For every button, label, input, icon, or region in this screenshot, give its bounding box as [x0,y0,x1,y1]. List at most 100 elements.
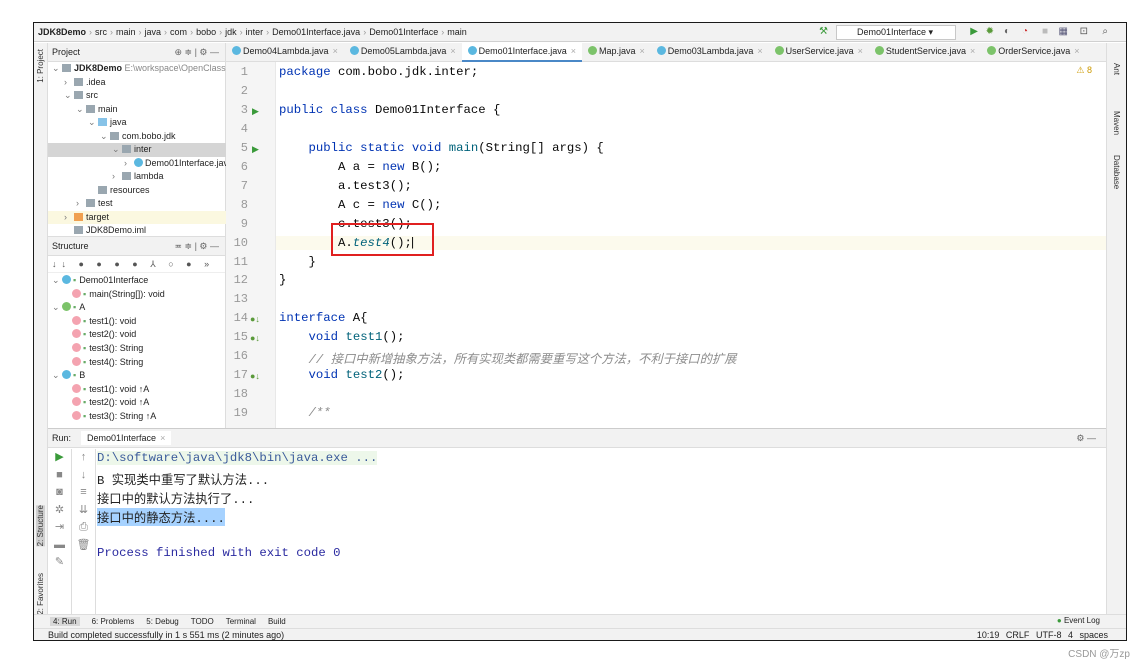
run-settings-icon[interactable]: ⚙ — [1076,433,1106,444]
run-toolbar-2[interactable]: ↑ ↓ ≡ ⇊ ⎙ 🗑 [72,449,96,615]
close-icon[interactable]: × [858,46,863,56]
maven-tool-button[interactable]: Maven [1112,111,1121,135]
expand-arrow-icon[interactable]: ⌄ [76,103,86,117]
favorites-tool-button[interactable]: 2: Favorites [36,573,45,615]
run-gutter-icon[interactable]: ▶ [252,144,259,155]
implemented-gutter-icon[interactable]: ●↓ [250,333,260,343]
tree-item[interactable]: ⌄ java [48,116,226,130]
project-tool-button[interactable]: 1: Project [36,49,45,83]
database-tool-button[interactable]: Database [1112,155,1121,189]
implemented-gutter-icon[interactable]: ●↓ [250,314,260,324]
breadcrumb-item[interactable]: main [116,27,136,37]
tree-item[interactable]: resources [48,184,226,198]
expand-arrow-icon[interactable]: › [124,157,134,171]
panel-actions-icon[interactable]: ≖ ≑ | ⚙ — [175,241,226,252]
search-icon[interactable]: ⌕ [1102,26,1108,37]
warning-count[interactable]: ⚠ 8 [1076,65,1092,76]
structure-item[interactable]: ▪ test2(): void [48,328,226,342]
structure-item[interactable]: ▪ test3(): String [48,342,226,356]
breadcrumb-item[interactable]: com [170,27,187,37]
expand-arrow-icon[interactable]: › [112,170,122,184]
breadcrumb-item[interactable]: Demo01Interface.java [272,27,360,37]
layout-icon[interactable]: ⊡ [1080,26,1088,37]
structure-item[interactable]: ▪ test1(): void ↑A [48,383,226,397]
tab-orderservice[interactable]: OrderService.java × [981,43,1085,62]
project-view-selector[interactable]: Project [52,47,80,57]
tree-item[interactable]: ⌄ inter [48,143,226,157]
tree-item[interactable]: › .idea [48,76,226,90]
build-hammer-icon[interactable]: ⚒ [819,26,828,37]
tree-item[interactable]: › Demo01Interface.java [48,157,226,171]
run-config-selector[interactable]: Demo01Interface ▾ [836,25,956,40]
breadcrumb-item[interactable]: main [447,27,467,37]
panel-actions-icon[interactable]: ⊕ ≑ | ⚙ — [175,47,226,58]
expand-arrow-icon[interactable]: ⌄ [64,89,74,103]
tree-item[interactable]: › lambda [48,170,226,184]
tab-demo03lambda[interactable]: Demo03Lambda.java × [651,43,769,62]
tab-studentservice[interactable]: StudentService.java × [869,43,981,62]
expand-arrow-icon[interactable]: ⌄ [112,143,122,157]
close-icon[interactable]: × [640,46,645,56]
tool-problems[interactable]: 6: Problems [92,617,135,626]
debug-icon[interactable]: ✹ [986,26,994,37]
expand-arrow-icon[interactable]: › [76,197,86,211]
tree-item[interactable]: ⌄ src [48,89,226,103]
tree-item[interactable]: ⌄ main [48,103,226,117]
tree-item[interactable]: › target [48,210,226,225]
tab-userservice[interactable]: UserService.java × [769,43,869,62]
profile-icon[interactable]: ◔ [1022,26,1028,37]
tree-item[interactable]: ⌄ JDK8Demo E:\workspace\OpenClass [48,62,226,76]
close-icon[interactable]: × [1074,46,1079,56]
tab-demo04lambda[interactable]: Demo04Lambda.java × [226,43,344,62]
structure-item[interactable]: ▪ test4(): String [48,356,226,370]
breadcrumb-item[interactable]: inter [246,27,264,37]
tree-item[interactable]: › test [48,197,226,211]
expand-arrow-icon[interactable]: ⌄ [100,130,110,144]
tool-debug[interactable]: 5: Debug [146,617,178,626]
breadcrumb-item[interactable]: bobo [196,27,216,37]
structure-item[interactable]: ▪ main(String[]): void [48,288,226,302]
project-structure-icon[interactable]: ▦ [1059,26,1068,37]
breadcrumb-item[interactable]: java [145,27,162,37]
structure-tool-button[interactable]: 2: Structure [36,505,45,547]
tab-demo05lambda[interactable]: Demo05Lambda.java × [344,43,462,62]
breadcrumb-item[interactable]: Demo01Interface [369,27,438,37]
run-gutter-icon[interactable]: ▶ [252,106,259,117]
tool-terminal[interactable]: Terminal [226,617,256,626]
run-tab[interactable]: Demo01Interface × [81,431,172,445]
expand-arrow-icon[interactable]: › [64,211,74,225]
implemented-gutter-icon[interactable]: ●↓ [250,371,260,381]
structure-item[interactable]: ▪ test1(): void [48,315,226,329]
expand-arrow-icon[interactable]: › [64,76,74,90]
expand-arrow-icon[interactable]: ⌄ [88,116,98,130]
event-log-button[interactable]: ● Event Log [1057,616,1100,625]
tab-map[interactable]: Map.java × [582,43,651,62]
structure-toolbar[interactable]: ↓↓ ● ● ● ● ⅄ ○ ● » [48,256,225,273]
stop-icon[interactable]: ■ [1042,26,1048,37]
structure-item[interactable]: ⌄ ▪ B [48,369,226,383]
breadcrumb-separator: › [190,27,194,37]
run-icon[interactable]: ▶ [970,26,978,37]
close-icon[interactable]: × [450,46,455,56]
close-icon[interactable]: × [970,46,975,56]
close-icon[interactable]: × [757,46,762,56]
ant-tool-button[interactable]: Ant [1112,63,1121,75]
tree-item[interactable]: ⌄ com.bobo.jdk [48,130,226,144]
close-icon[interactable]: × [333,46,338,56]
breadcrumb-item[interactable]: src [95,27,107,37]
expand-arrow-icon[interactable]: ⌄ [52,62,62,76]
structure-item[interactable]: ▪ test2(): void ↑A [48,396,226,410]
tool-run[interactable]: 4: Run [50,617,80,626]
close-icon[interactable]: × [571,46,576,56]
structure-item[interactable]: ▪ test3(): String ↑A [48,410,226,424]
tool-todo[interactable]: TODO [191,617,214,626]
tool-build[interactable]: Build [268,617,286,626]
status-indicators[interactable]: 10:19 CRLF UTF-8 4 spaces [977,629,1108,640]
coverage-icon[interactable]: ◐ [1004,26,1010,37]
structure-item[interactable]: ⌄ ▪ A [48,301,226,315]
breadcrumb-item[interactable]: jdk [225,27,237,37]
breadcrumb-item[interactable]: JDK8Demo [38,27,86,37]
tab-demo01interface[interactable]: Demo01Interface.java × [461,43,582,62]
run-toolbar[interactable]: ▶ ■ ◙ ✲ ⇥ ▬ ✎ [48,449,72,615]
structure-item[interactable]: ⌄ ▪ Demo01Interface [48,274,226,288]
